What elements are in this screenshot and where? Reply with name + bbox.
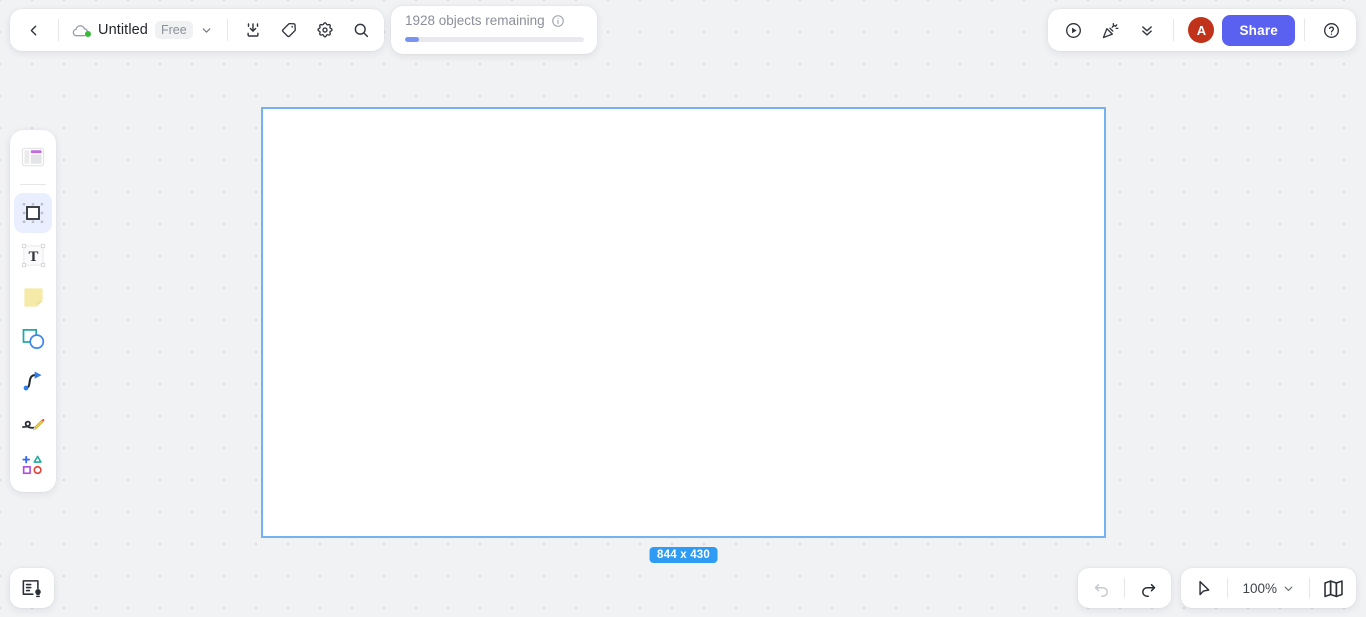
object-quota-progress bbox=[405, 37, 584, 42]
sidebar-item-connector[interactable] bbox=[14, 361, 52, 401]
bottom-right-controls: 100% bbox=[1078, 568, 1356, 608]
pen-icon bbox=[20, 412, 46, 434]
minimap-icon bbox=[1323, 579, 1344, 598]
cursor-tool-button[interactable] bbox=[1187, 572, 1221, 604]
shapes-icon bbox=[21, 327, 46, 352]
share-button[interactable]: Share bbox=[1222, 14, 1295, 46]
celebrate-button[interactable] bbox=[1093, 13, 1127, 47]
top-left-toolbar: Untitled Free bbox=[10, 9, 384, 51]
frame-icon bbox=[21, 201, 45, 225]
notes-lightbulb-icon bbox=[21, 578, 43, 598]
gear-icon bbox=[316, 21, 334, 39]
help-button[interactable] bbox=[1314, 13, 1348, 47]
settings-button[interactable] bbox=[308, 13, 342, 47]
sidebar-item-templates[interactable] bbox=[14, 137, 52, 177]
app-root: 844 x 430 Untitled Free 1928 objects rem… bbox=[0, 0, 1366, 617]
undo-button[interactable] bbox=[1084, 572, 1118, 604]
tool-rail-divider bbox=[20, 184, 46, 185]
party-popper-icon bbox=[1101, 21, 1120, 40]
chevron-down-icon bbox=[200, 24, 213, 37]
minimap-divider bbox=[1309, 578, 1310, 598]
info-icon[interactable] bbox=[551, 14, 565, 28]
sticky-note-icon bbox=[22, 286, 45, 309]
collapse-button[interactable] bbox=[1130, 13, 1164, 47]
cursor-icon bbox=[1195, 579, 1214, 598]
sidebar-item-shapes[interactable] bbox=[14, 319, 52, 359]
sidebar-item-pen[interactable] bbox=[14, 403, 52, 443]
search-icon bbox=[352, 21, 370, 39]
back-arrow-icon bbox=[25, 22, 42, 39]
double-chevron-down-icon bbox=[1138, 21, 1156, 39]
chevron-down-icon bbox=[1282, 582, 1295, 595]
search-button[interactable] bbox=[344, 13, 378, 47]
sync-status-dot bbox=[85, 31, 91, 37]
cloud-sync-icon bbox=[71, 22, 91, 38]
tag-icon bbox=[280, 21, 298, 39]
history-controls bbox=[1078, 568, 1172, 608]
user-avatar[interactable]: A bbox=[1188, 17, 1215, 43]
view-controls: 100% bbox=[1181, 568, 1356, 608]
document-title: Untitled bbox=[98, 22, 148, 38]
object-counter-text: 1928 objects remaining bbox=[405, 13, 545, 28]
toolbar-divider-3 bbox=[1173, 19, 1175, 41]
view-divider bbox=[1227, 578, 1229, 598]
toolbar-divider-4 bbox=[1304, 19, 1305, 41]
canvas-frame[interactable]: 844 x 430 bbox=[261, 107, 1106, 563]
sidebar-item-sticky-note[interactable] bbox=[14, 277, 52, 317]
plan-badge: Free bbox=[154, 20, 193, 40]
object-counter-card: 1928 objects remaining bbox=[391, 6, 597, 54]
more-shapes-icon bbox=[21, 454, 45, 476]
back-button[interactable] bbox=[16, 13, 50, 47]
minimap-button[interactable] bbox=[1316, 572, 1350, 604]
connector-icon bbox=[21, 369, 46, 394]
sidebar-item-frame[interactable] bbox=[14, 193, 52, 233]
svg-text:T: T bbox=[28, 248, 38, 264]
tags-button[interactable] bbox=[272, 13, 306, 47]
redo-button[interactable] bbox=[1131, 572, 1165, 604]
present-button[interactable] bbox=[1056, 13, 1090, 47]
text-icon: T bbox=[21, 243, 46, 268]
import-icon bbox=[244, 21, 262, 39]
top-right-toolbar: A Share bbox=[1048, 9, 1356, 51]
templates-icon bbox=[21, 146, 45, 168]
toolbar-divider-1 bbox=[58, 19, 59, 41]
object-counter-row: 1928 objects remaining bbox=[405, 13, 583, 28]
zoom-control[interactable]: 100% bbox=[1234, 575, 1303, 602]
frame-dimension-badge: 844 x 430 bbox=[649, 547, 718, 563]
notes-panel-button[interactable] bbox=[10, 568, 54, 608]
toolbar-divider-2 bbox=[226, 19, 228, 41]
help-icon bbox=[1322, 21, 1341, 40]
sidebar-item-text[interactable]: T bbox=[14, 235, 52, 275]
tool-rail: T bbox=[10, 130, 56, 492]
zoom-level-label: 100% bbox=[1242, 580, 1277, 596]
undo-icon bbox=[1092, 579, 1111, 598]
redo-icon bbox=[1139, 579, 1158, 598]
sidebar-item-more[interactable] bbox=[14, 445, 52, 485]
import-button[interactable] bbox=[236, 13, 270, 47]
object-quota-progress-fill bbox=[405, 37, 420, 42]
present-icon bbox=[1064, 21, 1083, 40]
history-divider bbox=[1124, 578, 1126, 598]
document-menu[interactable]: Untitled Free bbox=[67, 17, 219, 43]
